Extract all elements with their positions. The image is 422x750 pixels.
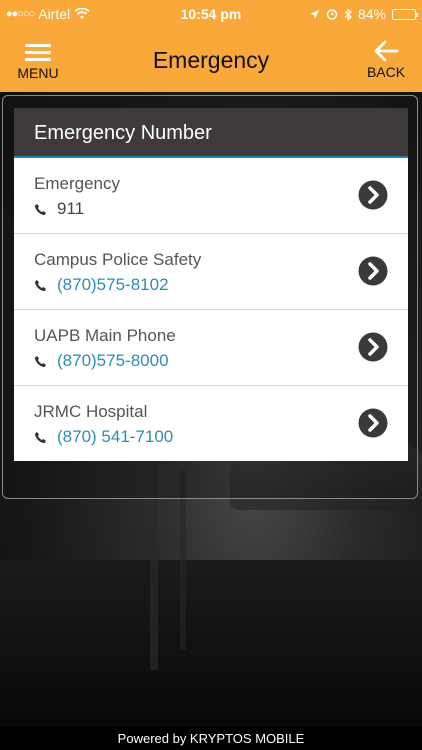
contact-row-emergency[interactable]: Emergency 911 [14,158,408,234]
phone-icon [35,431,46,443]
bluetooth-icon [344,7,352,21]
phone-icon [35,355,46,367]
location-icon [309,9,319,19]
contact-row-jrmc-hospital[interactable]: JRMC Hospital (870) 541-7100 [14,386,408,461]
battery-percent: 84% [357,6,386,22]
battery-icon [392,8,418,20]
chevron-right-icon[interactable] [358,332,388,362]
contact-phone: (870) 541-7100 [34,427,173,447]
contact-name: Emergency [34,174,120,193]
contact-name: UAPB Main Phone [34,326,176,345]
phone-link[interactable]: (870)575-8000 [57,351,169,371]
contact-row-campus-police[interactable]: Campus Police Safety (870)575-8102 [14,234,408,310]
footer-credit: Powered by KRYPTOS MOBILE [0,727,422,750]
contact-row-uapb-main[interactable]: UAPB Main Phone (870)575-8000 [14,310,408,386]
contact-phone: (870)575-8000 [34,351,169,371]
status-bar: ●●○○○ Airtel 10:54 pm 84% [0,0,422,28]
phone-link[interactable]: (870)575-8102 [57,275,169,295]
phone-link[interactable]: (870) 541-7100 [57,427,173,447]
chevron-right-icon[interactable] [358,256,388,286]
contact-name: JRMC Hospital [34,402,148,421]
background-ground [0,560,422,730]
phone-icon [35,203,46,215]
emergency-card: Emergency Number Emergency 911 Campus Po… [14,108,408,461]
chevron-right-icon[interactable] [358,408,388,438]
back-label: BACK [366,64,406,80]
phone-number[interactable]: 911 [57,199,84,219]
back-arrow-icon [374,40,399,62]
status-right: 84% [309,6,418,22]
chevron-right-icon[interactable] [358,180,388,210]
back-button[interactable]: BACK [360,40,412,80]
nav-bar: MENU Emergency BACK [0,28,422,92]
contact-name: Campus Police Safety [34,250,202,269]
alarm-icon [326,9,338,20]
card-header: Emergency Number [14,108,408,158]
phone-icon [35,279,46,291]
page-title: Emergency [152,47,270,73]
contact-phone: 911 [34,199,84,219]
contact-phone: (870)575-8102 [34,275,169,295]
